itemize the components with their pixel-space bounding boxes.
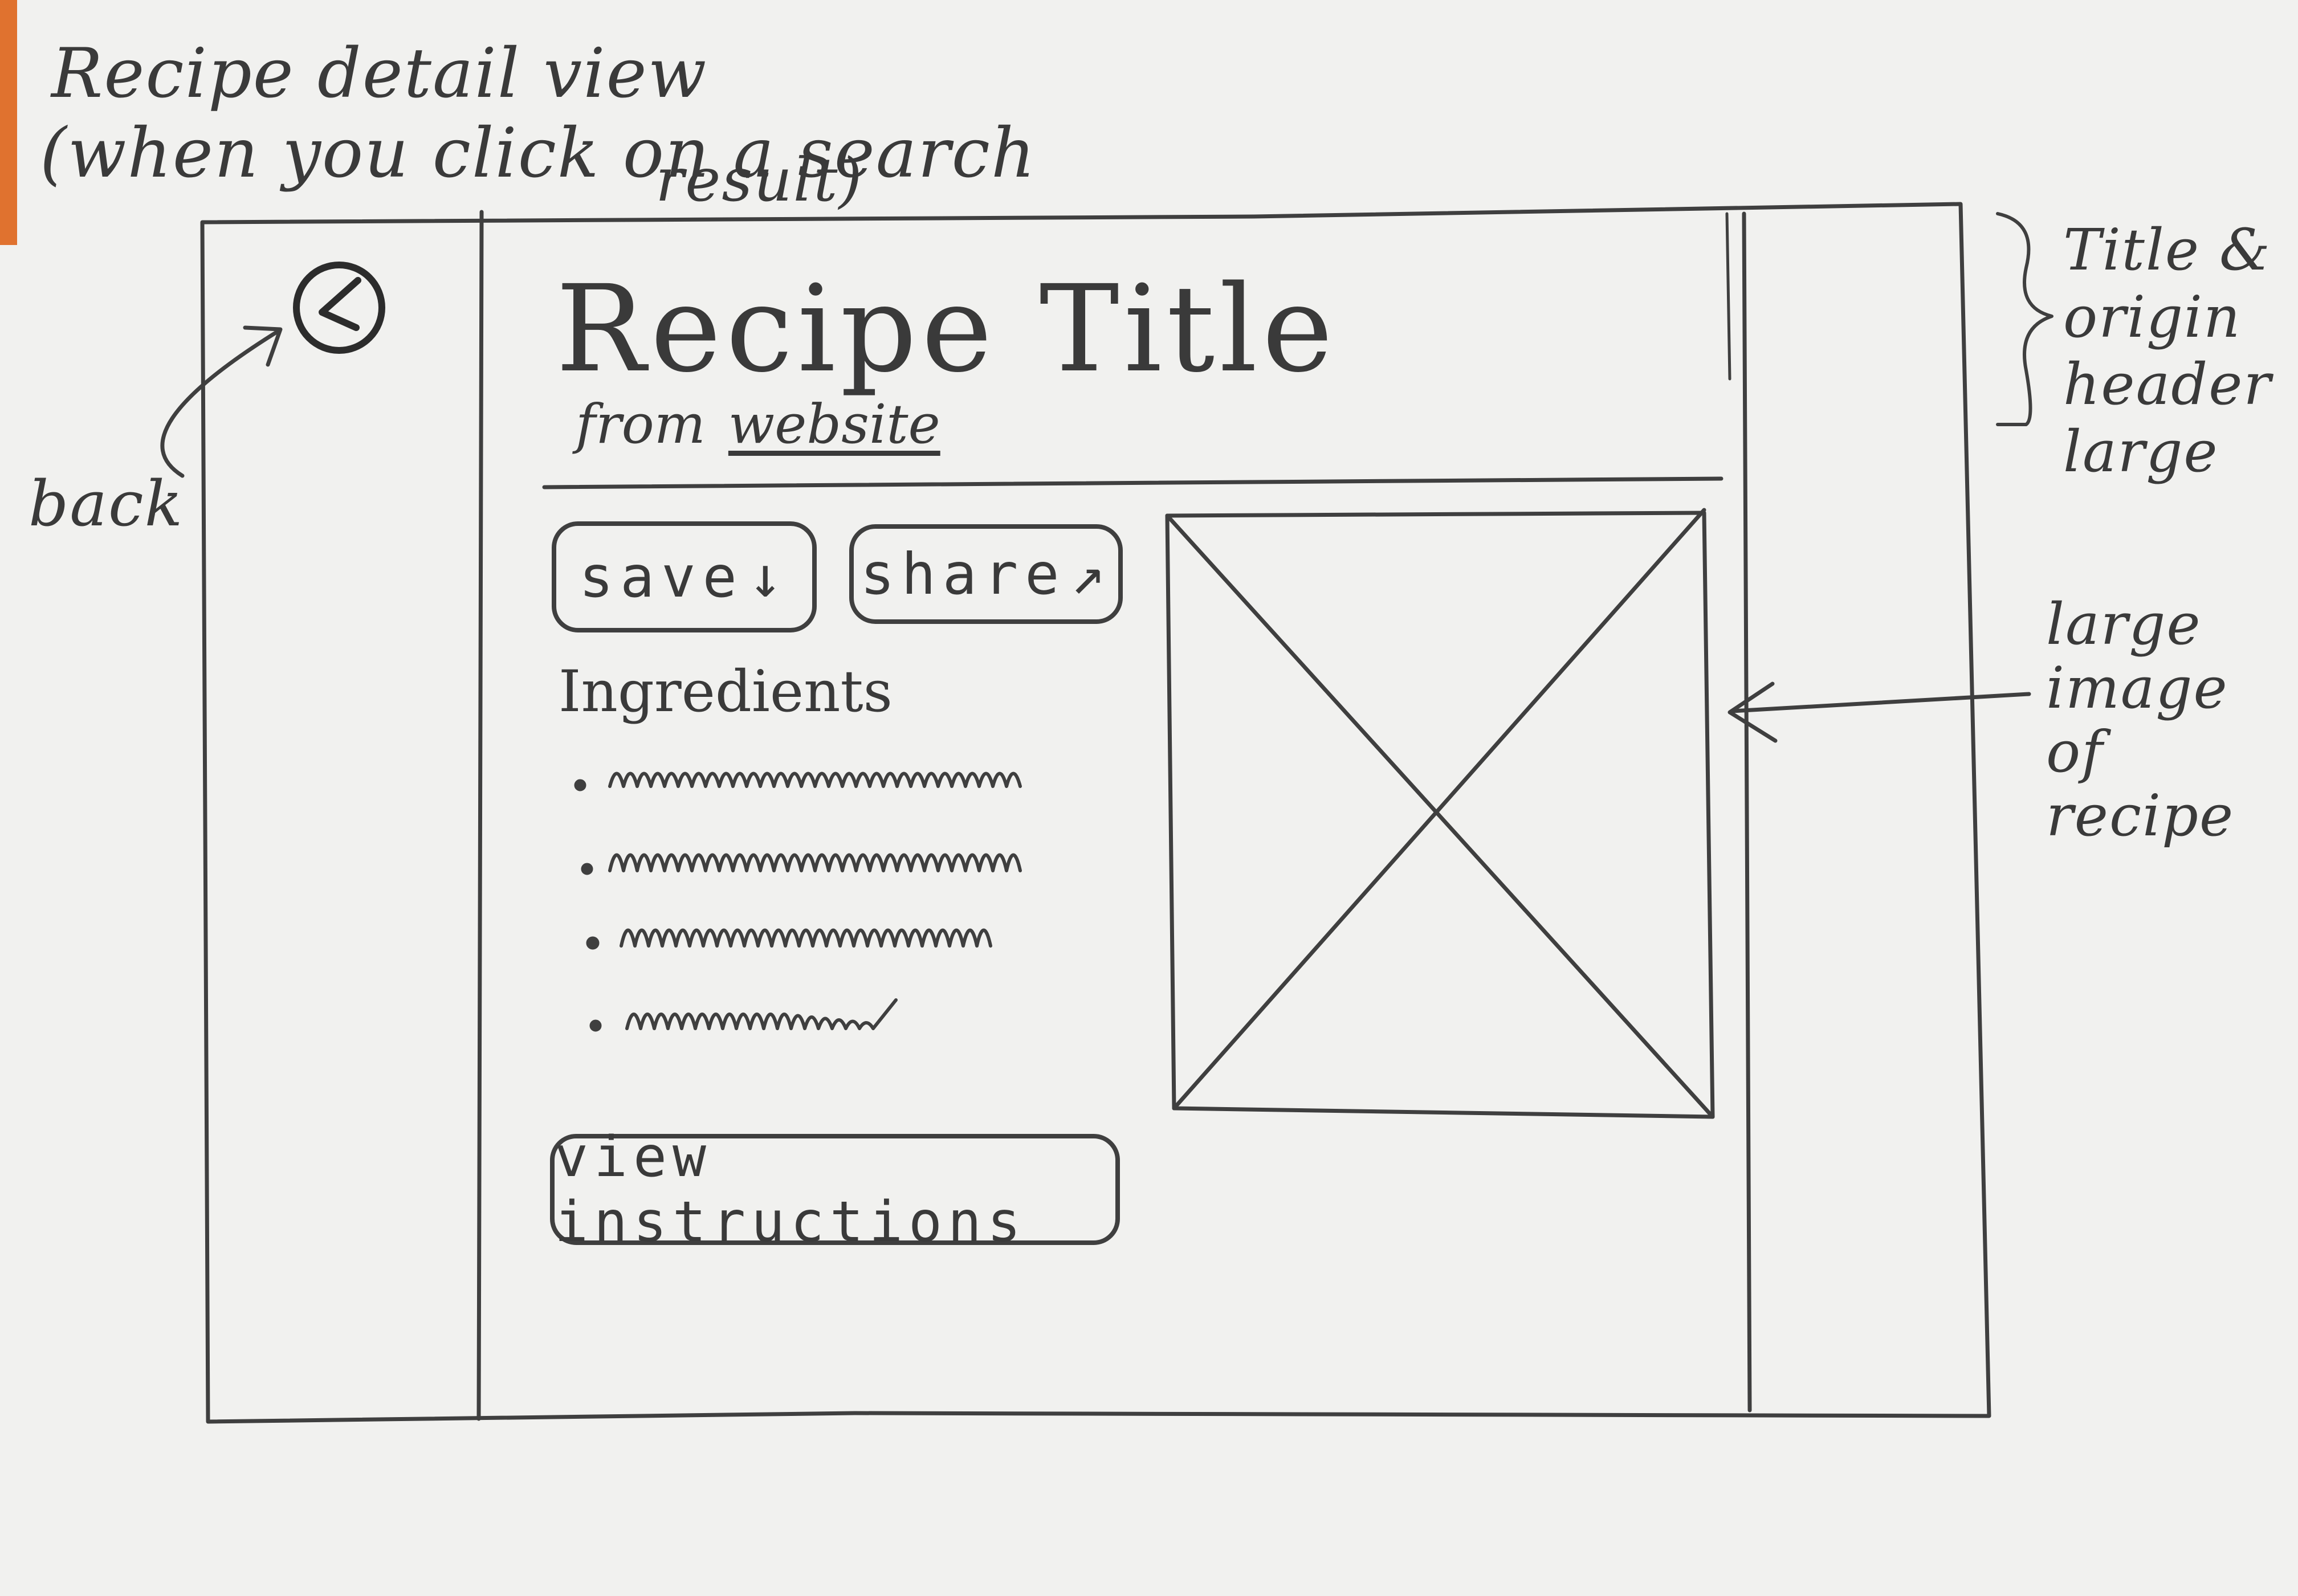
back-annotation-arrow bbox=[160, 328, 282, 478]
source-website-link[interactable]: website bbox=[728, 393, 940, 456]
down-arrow-icon: ↓ bbox=[748, 544, 790, 610]
header-annotation-brace bbox=[1996, 212, 2053, 426]
from-label: from bbox=[576, 393, 706, 456]
ingredient-item-line bbox=[608, 853, 1022, 872]
left-column-divider bbox=[476, 210, 484, 1421]
save-button[interactable]: save ↓ bbox=[552, 521, 817, 632]
ingredient-item-line bbox=[620, 928, 992, 948]
ingredient-bullet bbox=[586, 936, 600, 950]
back-button[interactable] bbox=[291, 259, 390, 359]
share-button-label: share bbox=[860, 541, 1066, 607]
image-annotation-line bbox=[1730, 692, 2031, 713]
ingredient-item-line bbox=[608, 772, 1022, 788]
image-placeholder-icon bbox=[1165, 508, 1715, 1119]
ingredient-bullet bbox=[589, 1019, 602, 1032]
recipe-source: from website bbox=[576, 393, 940, 456]
ingredients-heading: Ingredients bbox=[559, 658, 893, 725]
view-instructions-label: view instructions bbox=[555, 1124, 1027, 1255]
recipe-title: Recipe Title bbox=[556, 259, 1338, 399]
ingredient-list bbox=[574, 772, 1022, 1032]
up-right-arrow-icon: ↗ bbox=[1070, 541, 1112, 607]
right-column-divider bbox=[1742, 211, 1752, 1413]
wireframe-sketch bbox=[160, 202, 2053, 1424]
right-column-divider-mark bbox=[1725, 212, 1731, 381]
ingredient-bullet bbox=[581, 863, 593, 875]
share-button[interactable]: share ↗ bbox=[849, 524, 1123, 624]
view-instructions-button[interactable]: view instructions bbox=[550, 1125, 1120, 1255]
header-divider bbox=[542, 476, 1724, 489]
ingredient-bullet bbox=[574, 779, 586, 791]
save-button-label: save bbox=[578, 544, 744, 610]
ingredient-item-line bbox=[625, 998, 898, 1030]
